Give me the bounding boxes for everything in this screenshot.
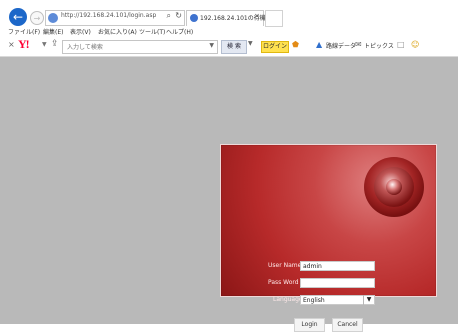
menu-tools[interactable]: ツール(T)	[139, 27, 165, 36]
language-select[interactable]: English ▼	[300, 295, 375, 305]
site-icon	[48, 13, 58, 23]
camera-graphic	[364, 157, 424, 217]
menu-favorites[interactable]: お気に入り(A)	[98, 27, 137, 36]
close-tab-icon[interactable]: ×	[254, 12, 260, 20]
cancel-button[interactable]: Cancel	[332, 318, 363, 332]
page-content: User Name admin Pass Word Language Engli…	[0, 57, 458, 332]
camera-ring	[374, 167, 414, 207]
user-name-label: User Name	[268, 262, 302, 269]
new-tab-button[interactable]	[265, 10, 283, 27]
toolbar: × Y! ▼ ⇪ 入力して検索 ▼ 検 索 ▼ ログイン ⬟ ▲ 路線データ ✉…	[0, 37, 458, 55]
refresh-icon[interactable]: ↻	[175, 11, 182, 20]
toolbar-search-button[interactable]: 検 索	[221, 40, 247, 54]
search-dropdown-icon[interactable]: ▼	[209, 42, 214, 49]
browser-chrome: ← → http://192.168.24.101/login.asp ⌕ ↻ …	[0, 0, 458, 57]
logo-dropdown-icon[interactable]: ▼	[42, 41, 47, 48]
menu-file[interactable]: ファイル(F)	[8, 27, 40, 36]
search-icon[interactable]: ⌕	[167, 11, 171, 21]
toolbar-close-icon[interactable]: ×	[8, 40, 15, 49]
menu-edit[interactable]: 編集(E)	[43, 27, 63, 36]
tab-title: 192.168.24.101の待機中	[200, 15, 272, 22]
user-name-input[interactable]: admin	[300, 261, 375, 271]
address-text: http://192.168.24.101/login.asp	[61, 12, 157, 19]
language-label: Language	[273, 296, 303, 303]
shield-icon[interactable]: ⬟	[292, 40, 299, 49]
profile-icon[interactable]: ☺	[411, 40, 419, 49]
route-data-link[interactable]: 路線データ	[326, 41, 356, 50]
forward-button[interactable]: →	[30, 11, 44, 25]
yahoo-logo[interactable]: Y!	[18, 37, 30, 52]
menu-view[interactable]: 表示(V)	[70, 27, 91, 36]
toolbar-search-placeholder: 入力して検索	[67, 44, 103, 51]
language-value: English	[303, 297, 325, 304]
camera-lens-icon	[386, 179, 402, 195]
topics-icon[interactable]: ✉	[355, 40, 362, 49]
login-button[interactable]: ログイン	[261, 41, 289, 53]
login-submit-button[interactable]: Login	[294, 318, 325, 332]
menu-bar: ファイル(F) 編集(E) 表示(V) お気に入り(A) ツール(T) ヘルプ(…	[0, 27, 458, 39]
login-panel: User Name admin Pass Word Language Engli…	[220, 144, 437, 332]
browser-tab[interactable]: 192.168.24.101の待機中 ×	[186, 10, 272, 26]
password-input[interactable]	[300, 278, 375, 288]
search-options-icon[interactable]: ▼	[248, 40, 256, 52]
mail-icon[interactable]: □	[397, 40, 405, 49]
address-row: ← → http://192.168.24.101/login.asp ⌕ ↻ …	[0, 6, 458, 28]
map-pin-icon[interactable]: ▲	[316, 40, 322, 49]
toolbar-search-input[interactable]: 入力して検索 ▼	[62, 40, 218, 54]
back-button[interactable]: ←	[9, 8, 27, 26]
menu-help[interactable]: ヘルプ(H)	[166, 27, 193, 36]
tab-site-icon	[190, 14, 198, 22]
share-icon[interactable]: ⇪	[51, 39, 59, 49]
topics-link[interactable]: トピックス	[364, 41, 394, 50]
password-label: Pass Word	[268, 279, 299, 286]
chevron-down-icon[interactable]: ▼	[363, 295, 374, 305]
address-bar[interactable]: http://192.168.24.101/login.asp ⌕ ↻	[45, 10, 185, 26]
